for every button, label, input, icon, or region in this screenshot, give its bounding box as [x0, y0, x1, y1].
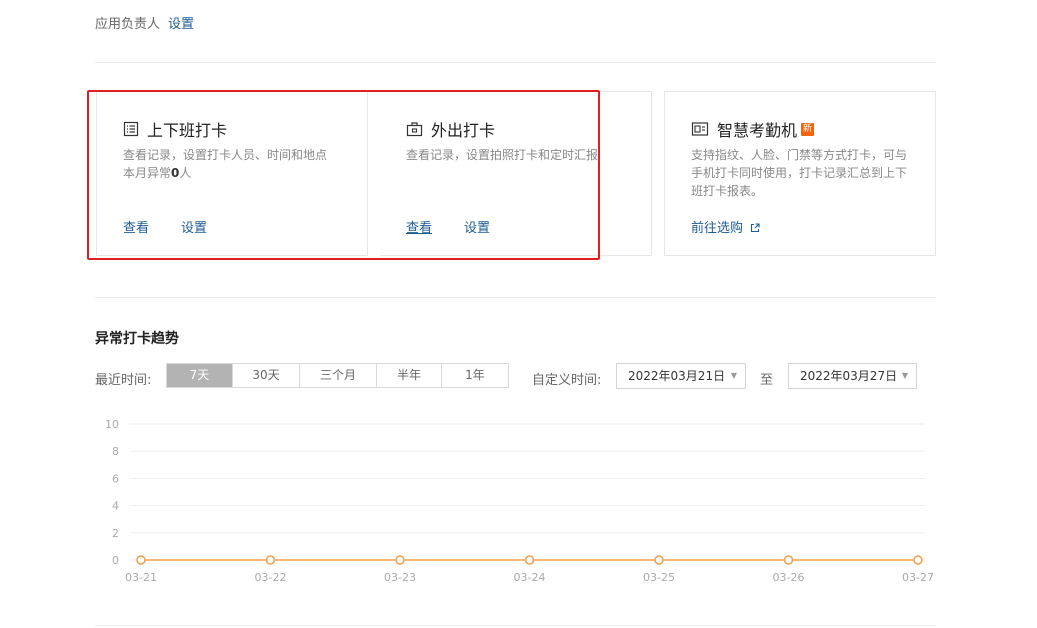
x-tick-label: 03-25	[643, 571, 675, 584]
x-tick-label: 03-22	[255, 571, 287, 584]
data-point	[783, 555, 794, 565]
data-point	[136, 555, 146, 565]
y-tick-label: 6	[112, 472, 119, 485]
x-tick-label: 03-24	[514, 571, 546, 584]
y-tick-label: 8	[112, 445, 119, 458]
data-point	[265, 555, 276, 565]
y-tick-label: 0	[112, 554, 119, 567]
x-tick-label: 03-27	[902, 571, 934, 584]
y-tick-label: 4	[112, 500, 119, 513]
y-tick-label: 2	[112, 527, 119, 540]
data-point	[913, 555, 923, 565]
x-tick-label: 03-23	[384, 571, 416, 584]
x-tick-label: 03-21	[125, 571, 157, 584]
data-point	[395, 555, 405, 565]
x-tick-label: 03-26	[773, 571, 805, 584]
y-tick-label: 10	[105, 418, 119, 431]
divider	[95, 625, 936, 626]
data-point	[654, 555, 664, 565]
data-point	[524, 555, 535, 565]
trend-chart: 0 2 4 6 8 10 03-21 03-22 03-23 03-24 03-25 03-26 03-…	[105, 418, 934, 584]
